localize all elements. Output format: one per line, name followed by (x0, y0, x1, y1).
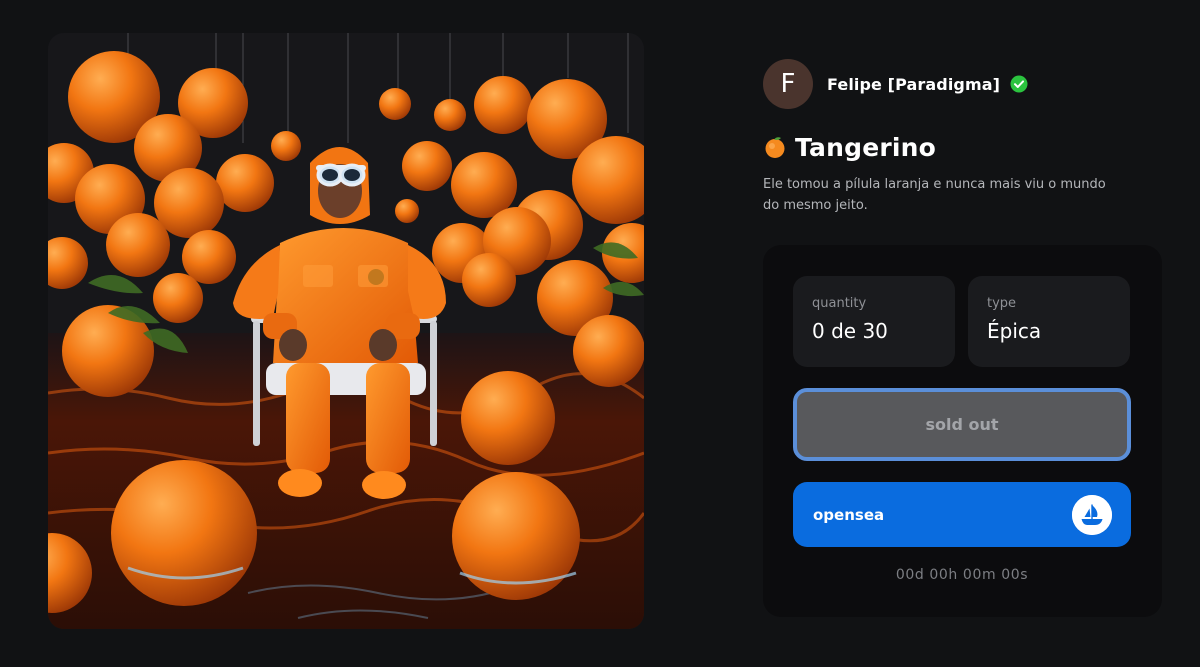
countdown-timer: 00d 00h 00m 00s (895, 567, 1029, 583)
nft-drop-page: F Felipe [Paradigma] Tangerino Ele tomou… (0, 0, 1200, 667)
nft-artwork-image (48, 33, 644, 629)
type-card: type Épica (968, 276, 1130, 367)
sold-out-button[interactable]: sold out (793, 388, 1131, 461)
avatar[interactable]: F (763, 59, 813, 109)
quantity-value: 0 de 30 (812, 319, 888, 343)
item-title: Tangerino (795, 132, 937, 162)
opensea-button[interactable]: opensea (793, 482, 1131, 547)
quantity-card: quantity 0 de 30 (793, 276, 955, 367)
creator-row[interactable]: F Felipe [Paradigma] (763, 59, 1028, 109)
item-description: Ele tomou a pílula laranja e nunca mais … (763, 177, 1106, 213)
opensea-logo-icon (1072, 494, 1112, 535)
artwork-illustration (48, 33, 644, 629)
item-title-row: Tangerino (763, 130, 936, 164)
type-value: Épica (987, 319, 1042, 343)
tangerine-icon (763, 135, 787, 159)
sold-out-label: sold out (925, 415, 999, 434)
opensea-label: opensea (813, 505, 885, 524)
quantity-label: quantity (812, 296, 867, 311)
mint-panel: quantity 0 de 30 type Épica sold out ope… (763, 245, 1162, 617)
type-label: type (987, 296, 1017, 311)
verified-check-icon (1010, 75, 1028, 93)
creator-name[interactable]: Felipe [Paradigma] (827, 75, 1000, 94)
